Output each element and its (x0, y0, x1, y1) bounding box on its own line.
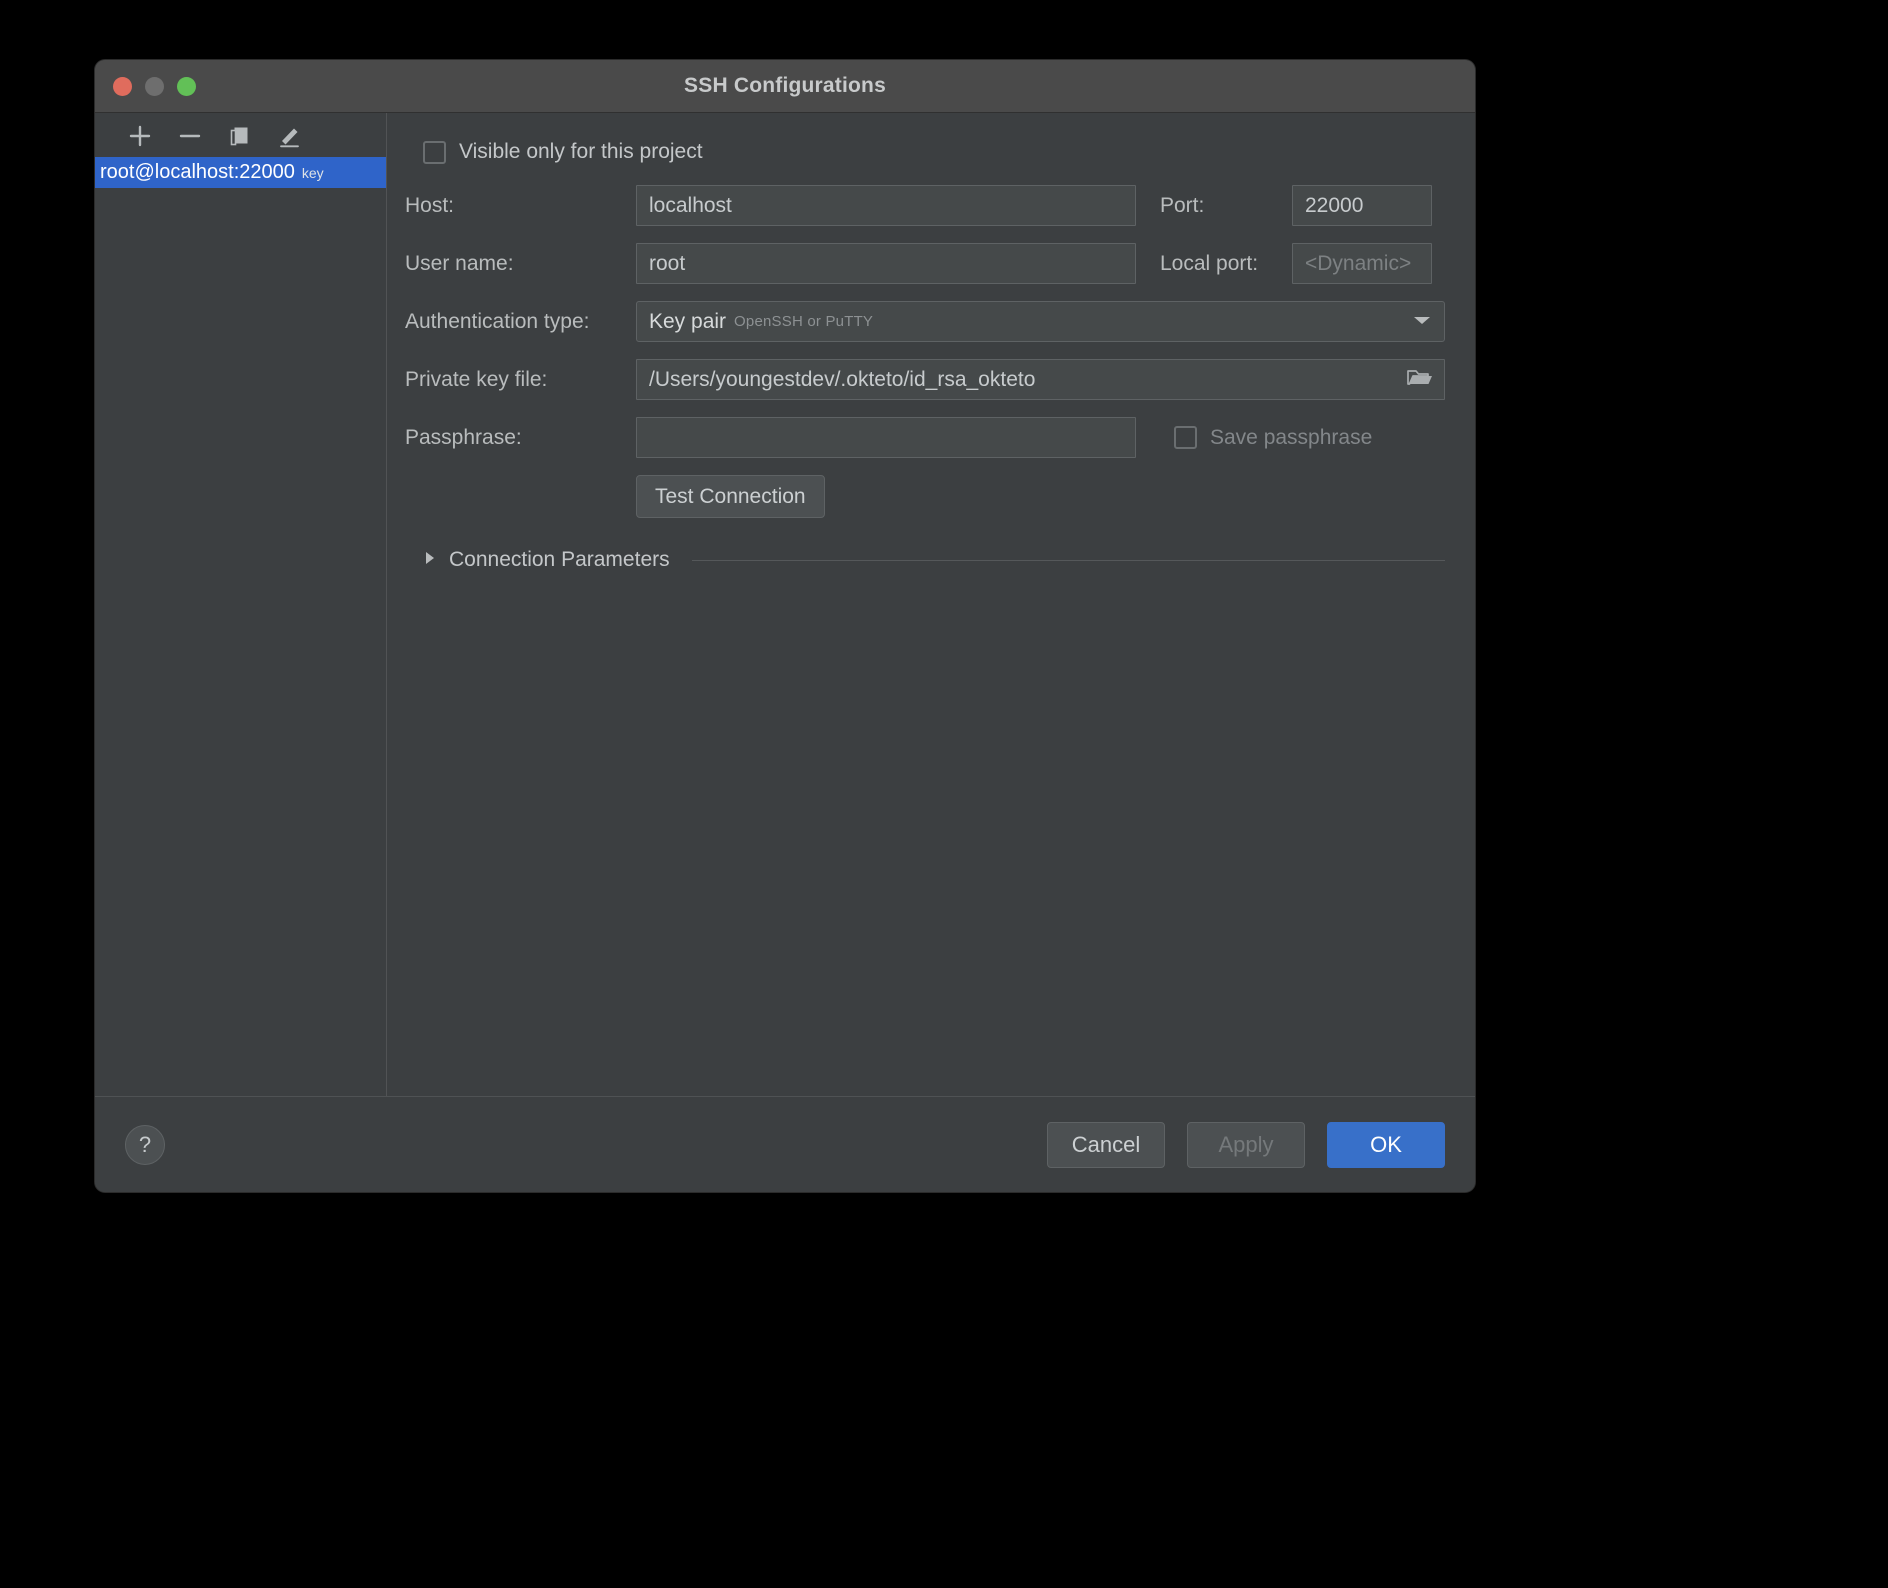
edit-configuration-pencil-icon[interactable] (275, 121, 305, 151)
test-connection-row: Test Connection (405, 475, 1445, 518)
save-passphrase-row[interactable]: Save passphrase (1174, 426, 1372, 450)
auth-type-label: Authentication type: (405, 309, 590, 333)
configurations-list[interactable]: root@localhost:22000 key (95, 157, 386, 188)
remove-configuration-button[interactable] (175, 121, 205, 151)
section-divider (691, 559, 1445, 561)
window-controls (113, 60, 196, 112)
private-key-file-row: Private key file: /Users/youngestdev/.ok… (405, 359, 1445, 400)
help-button[interactable]: ? (125, 1124, 165, 1165)
folder-icon[interactable] (1406, 366, 1434, 394)
close-window-button[interactable] (113, 76, 132, 96)
configuration-name: root@localhost:22000 (100, 161, 295, 183)
auth-type-select[interactable]: Key pair OpenSSH or PuTTY (636, 301, 1445, 342)
save-passphrase-label: Save passphrase (1210, 425, 1373, 449)
visible-only-checkbox[interactable] (423, 140, 446, 164)
test-connection-spacer (405, 475, 636, 518)
list-item[interactable]: root@localhost:22000 key (95, 157, 386, 188)
chevron-right-icon[interactable] (423, 550, 437, 571)
configurations-sidebar: root@localhost:22000 key (95, 113, 387, 1096)
dialog-body: root@localhost:22000 key Visible only fo… (95, 113, 1475, 1096)
host-input[interactable]: localhost (636, 185, 1136, 226)
auth-type-row: Authentication type: Key pair OpenSSH or… (405, 301, 1445, 342)
ok-button[interactable]: OK (1327, 1121, 1445, 1168)
test-connection-button[interactable]: Test Connection (636, 475, 825, 518)
private-key-file-label: Private key file: (405, 367, 548, 391)
copy-configuration-icon[interactable] (225, 121, 255, 151)
chevron-down-icon[interactable] (1412, 313, 1432, 331)
configuration-form: Visible only for this project Host: loca… (387, 113, 1475, 1096)
footer-actions: Cancel Apply OK (1047, 1121, 1445, 1168)
host-label: Host: (405, 193, 455, 217)
ssh-configurations-dialog: SSH Configurations root@localhost:22000 … (95, 60, 1475, 1192)
private-key-file-value: /Users/youngestdev/.okteto/id_rsa_okteto (649, 367, 1036, 391)
user-name-value: root (649, 251, 686, 275)
visible-only-label: Visible only for this project (459, 140, 703, 163)
add-configuration-button[interactable] (125, 121, 155, 151)
port-value: 22000 (1305, 193, 1364, 217)
user-name-input[interactable]: root (636, 243, 1136, 284)
port-input[interactable]: 22000 (1292, 185, 1432, 226)
host-value: localhost (649, 193, 732, 217)
passphrase-label: Passphrase: (405, 425, 522, 449)
local-port-placeholder: <Dynamic> (1305, 251, 1412, 275)
host-row: Host: localhost Port: 22000 (405, 185, 1445, 226)
passphrase-row: Passphrase: Save passphrase (405, 417, 1445, 458)
connection-parameters-label: Connection Parameters (449, 548, 670, 571)
minimize-window-button[interactable] (145, 76, 164, 96)
private-key-file-input[interactable]: /Users/youngestdev/.okteto/id_rsa_okteto (636, 359, 1445, 400)
connection-parameters-section[interactable]: Connection Parameters (423, 548, 1445, 572)
apply-button[interactable]: Apply (1187, 1121, 1305, 1168)
dialog-footer: ? Cancel Apply OK (95, 1096, 1475, 1192)
zoom-window-button[interactable] (177, 76, 196, 96)
local-port-label: Local port: (1160, 251, 1259, 275)
user-name-row: User name: root Local port: <Dynamic> (405, 243, 1445, 284)
auth-type-hint: OpenSSH or PuTTY (734, 313, 874, 330)
save-passphrase-checkbox[interactable] (1174, 426, 1197, 449)
cancel-button[interactable]: Cancel (1047, 1121, 1165, 1168)
user-name-label: User name: (405, 251, 514, 275)
window-title: SSH Configurations (684, 74, 886, 97)
passphrase-input[interactable] (636, 417, 1136, 458)
port-label: Port: (1160, 193, 1205, 217)
local-port-input[interactable]: <Dynamic> (1292, 243, 1432, 284)
window-titlebar: SSH Configurations (95, 60, 1475, 113)
configuration-auth-detail: key (301, 164, 324, 181)
visible-only-row[interactable]: Visible only for this project (423, 137, 1445, 167)
auth-type-value: Key pair (649, 309, 727, 333)
configurations-toolbar (95, 113, 386, 155)
screen: SSH Configurations root@localhost:22000 … (0, 0, 1888, 1588)
